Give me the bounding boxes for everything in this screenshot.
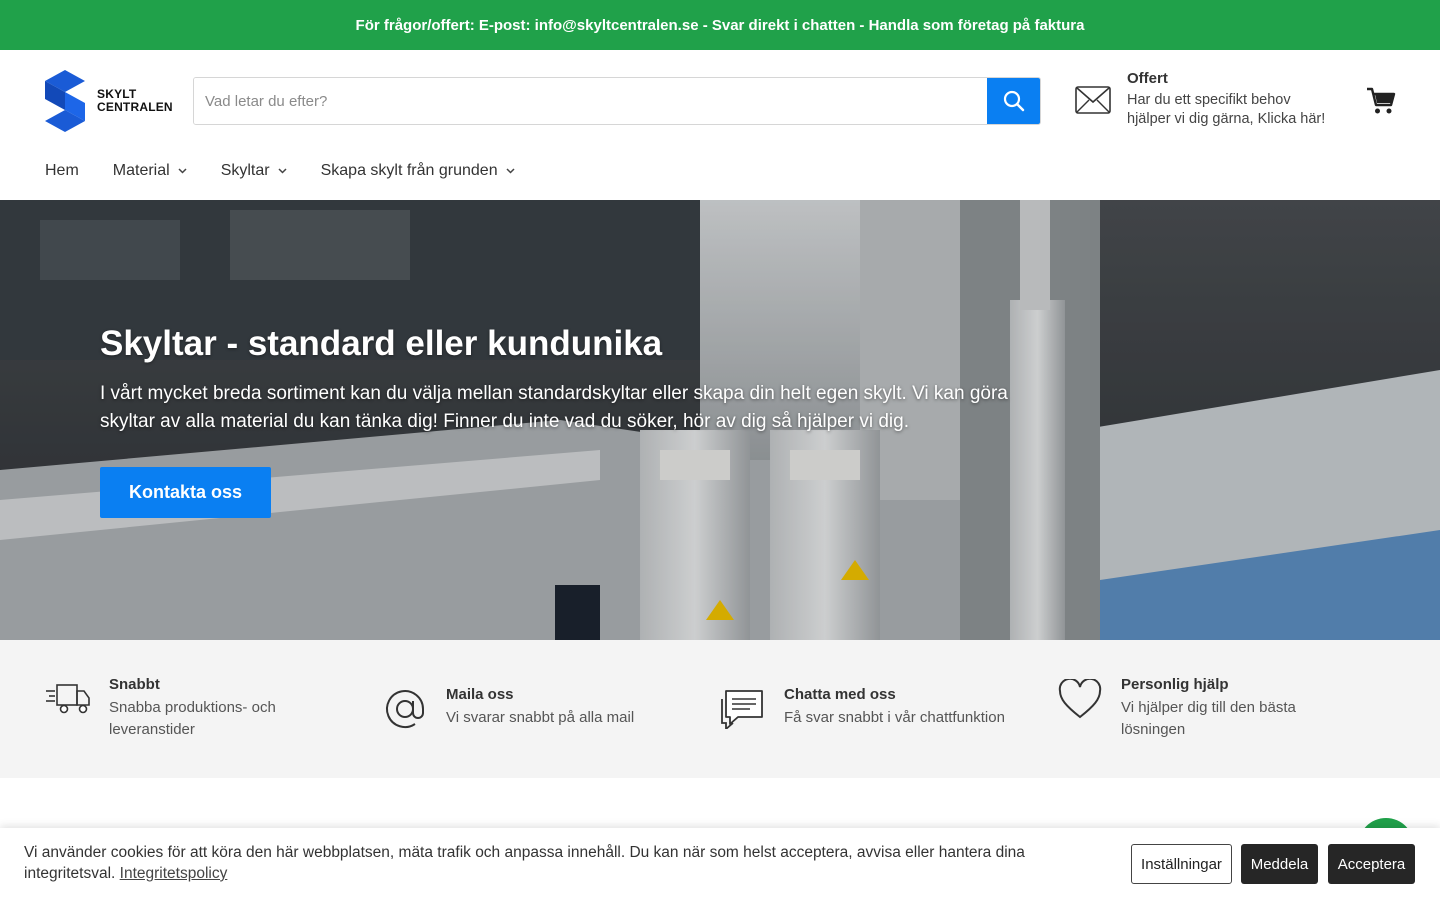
feature-description: Snabba produktions- och leveranstider <box>109 699 276 738</box>
cart-icon <box>1367 87 1396 114</box>
feature-personlig: Personlig hjälp Vi hjälper dig till den … <box>1057 676 1361 741</box>
nav-item-material[interactable]: Material <box>113 162 187 180</box>
cart-button[interactable] <box>1366 86 1396 121</box>
nav-label: Material <box>112 162 170 179</box>
cookie-message: Vi använder cookies för att köra den här… <box>24 842 1084 884</box>
logo-wordmark: SKYLT CENTRALEN <box>97 88 173 114</box>
cookie-banner: Vi använder cookies för att köra den här… <box>0 828 1440 900</box>
features-bar: Snabbt Snabba produktions- och leveranst… <box>0 640 1440 778</box>
hero-content: Skyltar - standard eller kundunika I vår… <box>100 324 1020 518</box>
nav-item-hem[interactable]: Hem <box>45 162 79 180</box>
envelope-icon <box>1075 86 1111 114</box>
feature-title: Chatta med oss <box>784 686 896 703</box>
nav-label: Hem <box>45 162 79 179</box>
hero-banner: Skyltar - standard eller kundunika I vår… <box>0 200 1440 640</box>
logo-mark-icon <box>45 70 85 132</box>
feature-chatta: Chatta med oss Få svar snabbt i vår chat… <box>720 686 1024 732</box>
cookie-deny-button[interactable]: Meddela <box>1241 844 1318 884</box>
cookie-accept-button[interactable]: Acceptera <box>1328 844 1415 884</box>
announcement-text: För frågor/offert: E-post: info@skyltcen… <box>355 16 1085 34</box>
feature-description: Få svar snabbt i vår chattfunktion <box>784 709 1005 726</box>
nav-label: Skapa skylt från grunden <box>320 162 498 179</box>
logo-line-2: CENTRALEN <box>97 100 173 114</box>
main-navigation: Hem Material Skyltar Skapa skylt från gr… <box>45 150 549 192</box>
contact-button[interactable]: Kontakta oss <box>100 467 272 518</box>
heart-icon <box>1057 676 1103 722</box>
chevron-down-icon <box>178 168 187 174</box>
hero-title: Skyltar - standard eller kundunika <box>100 324 663 363</box>
at-icon <box>382 686 428 732</box>
nav-item-skapa-skylt[interactable]: Skapa skylt från grunden <box>321 162 515 180</box>
search-bar <box>193 77 1041 125</box>
feature-description: Vi hjälper dig till den bästa lösningen <box>1121 699 1296 738</box>
chat-icon <box>720 686 766 732</box>
nav-label: Skyltar <box>220 162 270 179</box>
privacy-policy-link[interactable]: Integritetspolicy <box>120 865 228 882</box>
chevron-down-icon <box>278 168 287 174</box>
offert-link[interactable]: Offert Har du ett specifikt behov hjälpe… <box>1075 70 1337 130</box>
nav-item-skyltar[interactable]: Skyltar <box>221 162 287 180</box>
offert-description: Har du ett specifikt behov hjälper vi di… <box>1127 92 1326 127</box>
search-input[interactable] <box>194 78 987 124</box>
chevron-down-icon <box>506 168 515 174</box>
cookie-settings-button[interactable]: Inställningar <box>1131 844 1232 884</box>
hero-description: I vårt mycket breda sortiment kan du väl… <box>100 383 1008 432</box>
feature-maila: Maila oss Vi svarar snabbt på alla mail <box>382 686 686 732</box>
feature-description: Vi svarar snabbt på alla mail <box>446 709 635 726</box>
search-button[interactable] <box>987 78 1040 124</box>
feature-title: Snabbt <box>109 676 160 693</box>
feature-title: Personlig hjälp <box>1121 676 1229 693</box>
offert-title: Offert <box>1127 70 1168 87</box>
truck-icon <box>45 676 91 722</box>
feature-title: Maila oss <box>446 686 514 703</box>
site-logo[interactable]: SKYLT CENTRALEN <box>45 70 173 132</box>
feature-snabbt: Snabbt Snabba produktions- och leveranst… <box>45 676 349 741</box>
search-icon <box>1003 90 1024 112</box>
announcement-bar: För frågor/offert: E-post: info@skyltcen… <box>0 0 1440 50</box>
